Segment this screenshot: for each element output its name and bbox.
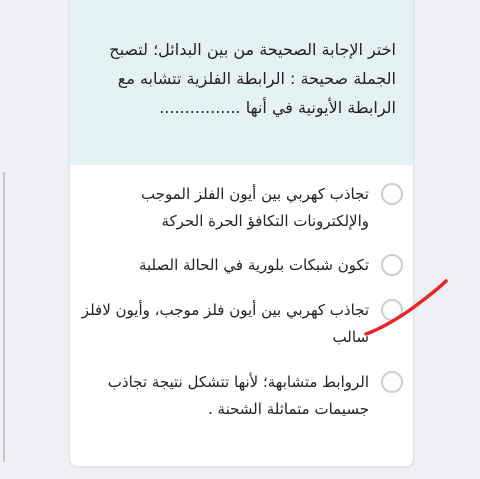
page-scrollbar[interactable] (3, 172, 5, 462)
answer-option-1[interactable]: تجاذب كهربي بين أيون الفلز الموجب والإلك… (78, 181, 403, 235)
answer-option-label: تجاذب كهربي بين أيون فلز موجب، وأيون لاف… (81, 301, 369, 346)
question-panel: اختر الإجابة الصحيحة من بين البدائل؛ لتص… (70, 0, 413, 165)
answer-option-4[interactable]: الروابط متشابهة؛ لأنها تتشكل نتيجة تجاذب… (78, 369, 403, 423)
radio-button-icon[interactable] (381, 183, 403, 205)
answer-option-label: تجاذب كهربي بين أيون الفلز الموجب والإلك… (140, 185, 369, 230)
radio-button-icon[interactable] (381, 371, 403, 393)
question-text: اختر الإجابة الصحيحة من بين البدائل؛ لتص… (109, 40, 396, 117)
answer-option-2[interactable]: تكون شبكات بلورية في الحالة الصلبة (78, 252, 403, 279)
question-card: اختر الإجابة الصحيحة من بين البدائل؛ لتص… (69, 0, 414, 467)
answer-option-3[interactable]: تجاذب كهربي بين أيون فلز موجب، وأيون لاف… (78, 297, 403, 351)
answer-option-label: تكون شبكات بلورية في الحالة الصلبة (138, 256, 369, 274)
radio-button-icon[interactable] (381, 254, 403, 276)
answer-option-label: الروابط متشابهة؛ لأنها تتشكل نتيجة تجاذب… (107, 373, 369, 418)
radio-button-icon[interactable] (381, 299, 403, 321)
